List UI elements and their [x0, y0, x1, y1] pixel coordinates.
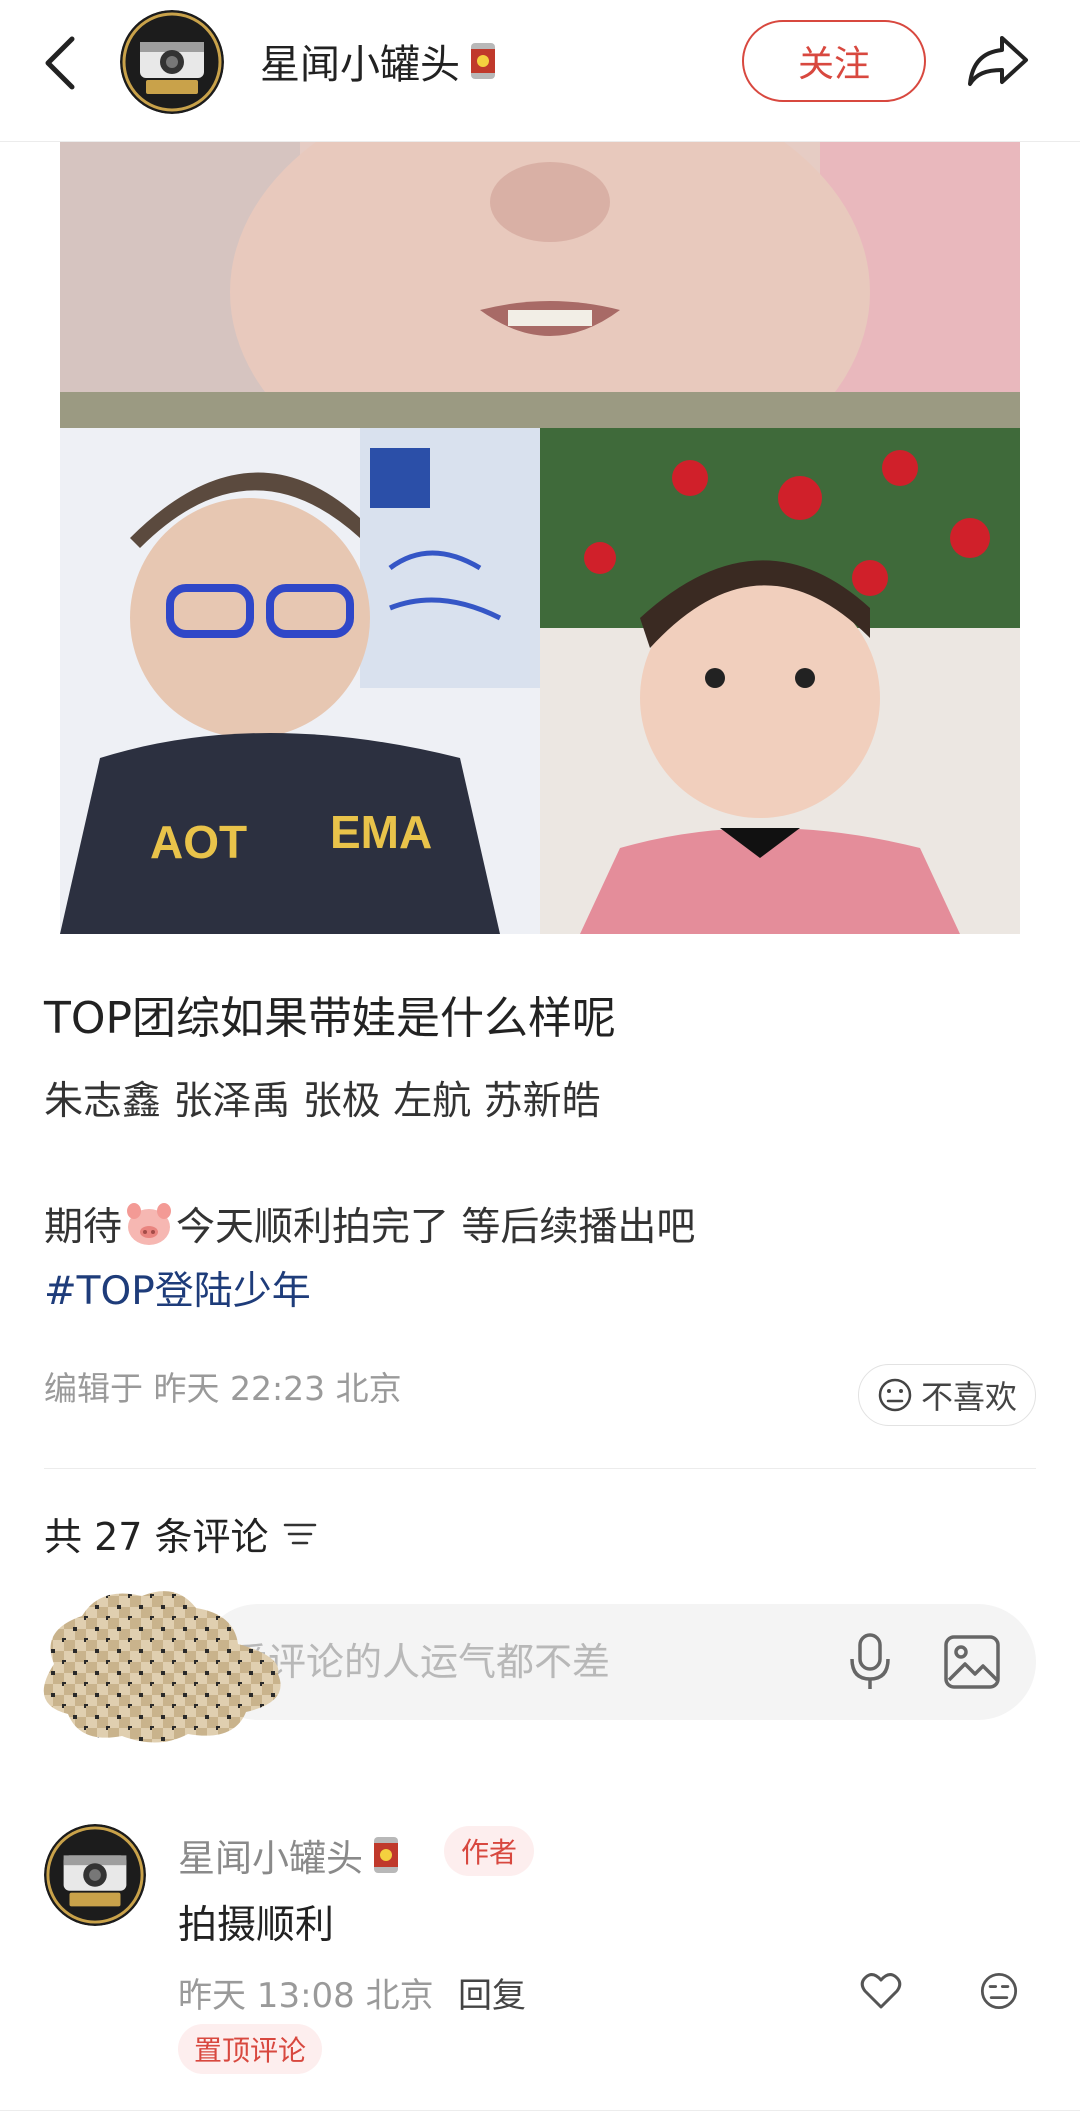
post-image-face-closeup[interactable]: [60, 142, 1020, 428]
comment-author-avatar[interactable]: [44, 1824, 146, 1926]
reply-button[interactable]: 回复: [458, 1968, 526, 2017]
image-upload-button[interactable]: [940, 1630, 1004, 1694]
post-image-child-flowers[interactable]: [540, 428, 1020, 934]
follow-button[interactable]: 关注: [742, 20, 926, 102]
back-button[interactable]: [34, 30, 84, 96]
comment-count-label: 共 27 条评论: [44, 1515, 269, 1559]
author-name[interactable]: 星闻小罐头: [260, 32, 498, 90]
neutral-face-icon: [878, 1378, 912, 1412]
top-bar: 星闻小罐头 关注: [0, 0, 1080, 142]
comment-like-button[interactable]: [856, 1966, 906, 2016]
comment-author-name-text: 星闻小罐头: [178, 1837, 363, 1880]
camera-logo-icon: [44, 1824, 146, 1926]
section-divider: [44, 1468, 1036, 1469]
post-edit-meta: 编辑于 昨天 22:23 北京: [44, 1369, 402, 1408]
image-icon: [944, 1635, 1000, 1689]
share-icon: [968, 36, 1028, 86]
censored-avatar-mosaic: [43, 1591, 281, 1743]
svg-text:AOT: AOT: [150, 816, 247, 868]
share-button[interactable]: [958, 26, 1038, 96]
pinned-comment-badge: 置顶评论: [178, 2024, 322, 2074]
author-avatar[interactable]: [120, 10, 224, 114]
pig-emoji-icon: [127, 1203, 172, 1245]
comment-count-header: 共 27 条评论: [44, 1506, 317, 1561]
hashtag-link[interactable]: #TOP登陆少年: [44, 1260, 311, 1316]
comment-dislike-button[interactable]: [974, 1966, 1024, 2016]
post-body-line-1: 朱志鑫 张泽禹 张极 左航 苏新皓: [44, 1079, 601, 1124]
child-flowers-photo: [540, 428, 1020, 934]
chevron-left-icon: [45, 36, 75, 90]
comment-text: 拍摄顺利: [178, 1903, 335, 1948]
post-body-text-after-emoji: 今天顺利拍完了 等后续播出吧: [176, 1205, 696, 1250]
sort-icon[interactable]: [283, 1519, 317, 1549]
svg-text:EMA: EMA: [330, 806, 432, 858]
face-closeup-photo: [60, 142, 1020, 428]
can-emoji-icon: [471, 43, 495, 79]
comment-author-name[interactable]: 星闻小罐头: [178, 1828, 401, 1882]
dislike-label: 不喜欢: [920, 1378, 1017, 1416]
post-image-child-glasses[interactable]: AOT EMA: [60, 428, 540, 934]
can-emoji-icon: [374, 1837, 398, 1873]
author-badge: 作者: [444, 1826, 534, 1876]
camera-logo-icon: [120, 10, 224, 114]
post-body-text-before-emoji: 期待: [44, 1205, 123, 1250]
voice-input-button[interactable]: [840, 1632, 900, 1692]
bottom-divider: [0, 2110, 1080, 2111]
comment-meta: 昨天 13:08 北京: [178, 1976, 434, 2016]
dislike-button[interactable]: 不喜欢: [858, 1364, 1036, 1426]
post-detail-page: 星闻小罐头 关注 AOT EMA TOP团综如果带娃是什么样呢 朱志鑫 张泽禹 …: [0, 0, 1080, 2126]
post-body-line-2: 期待 今天顺利拍完了 等后续播出吧: [44, 1196, 695, 1252]
child-glasses-photo: AOT EMA: [60, 428, 540, 934]
comment-input[interactable]: [230, 1604, 810, 1720]
comment-input-bar[interactable]: [200, 1604, 1036, 1720]
author-name-text: 星闻小罐头: [260, 42, 460, 88]
post-title: TOP团综如果带娃是什么样呢: [44, 993, 617, 1044]
heart-icon: [860, 1973, 902, 2009]
microphone-icon: [850, 1633, 890, 1689]
neutral-face-icon: [980, 1972, 1018, 2010]
